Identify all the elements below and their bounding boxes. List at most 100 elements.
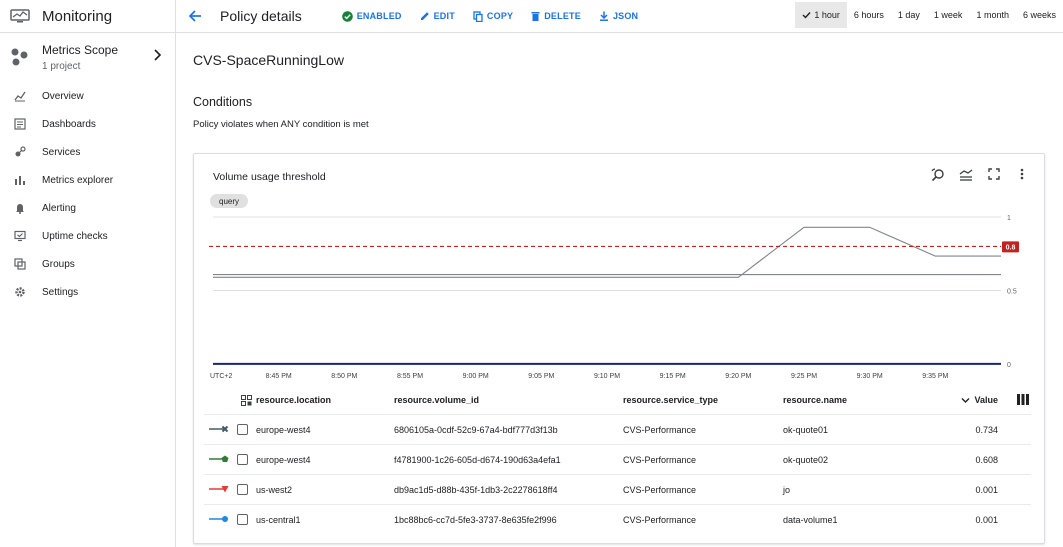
- series-legend-circle-icon: [209, 515, 231, 525]
- y-tick-label: 1: [1007, 215, 1011, 222]
- cell-value: 0.734: [975, 424, 998, 435]
- sidebar-nav: Overview Dashboards Services Metrics exp…: [0, 82, 175, 306]
- x-tick-label: 9:30 PM: [857, 373, 883, 380]
- gear-icon: [14, 286, 26, 298]
- cell-value: 0.608: [975, 454, 998, 465]
- time-series-table: resource.location resource.volume_id res…: [204, 386, 1031, 534]
- uptime-icon: [14, 230, 26, 242]
- series-legend-triangle-icon: [209, 485, 231, 495]
- cell-value: 0.001: [975, 484, 998, 495]
- x-tick-label: 8:50 PM: [331, 373, 357, 380]
- metrics-scope-icon: [11, 48, 28, 66]
- cell-location: us-west2: [256, 484, 293, 495]
- sidebar-item-overview[interactable]: Overview: [0, 82, 175, 110]
- table-row[interactable]: us-central1 1bc88bc6-cc7d-5fe3-3737-8e63…: [204, 504, 1031, 534]
- cell-service-type: CVS-Performance: [623, 424, 697, 435]
- cell-service-type: CVS-Performance: [623, 454, 697, 465]
- x-tick-label: 9:00 PM: [463, 373, 489, 380]
- groups-icon: [14, 258, 26, 270]
- fullscreen-icon[interactable]: [980, 168, 1008, 182]
- delete-button[interactable]: DELETE: [531, 11, 581, 21]
- x-tick-label: 9:15 PM: [660, 373, 686, 380]
- x-tick-label: 8:45 PM: [266, 373, 292, 380]
- sidebar-item-uptime-checks[interactable]: Uptime checks: [0, 222, 175, 250]
- copy-button[interactable]: COPY: [473, 10, 514, 22]
- column-header-label: Value: [974, 395, 998, 405]
- sidebar-item-label: Dashboards: [42, 118, 96, 130]
- copy-label: COPY: [486, 11, 514, 21]
- main-content: CVS-SpaceRunningLow Conditions Policy vi…: [176, 33, 1063, 547]
- more-vert-icon[interactable]: [1008, 168, 1036, 182]
- cell-service-type: CVS-Performance: [623, 484, 697, 495]
- x-tick-label: 8:55 PM: [397, 373, 423, 380]
- threshold-label: 0.8: [1006, 244, 1016, 251]
- cell-name: ok-quote02: [783, 454, 829, 465]
- sidebar-item-dashboards[interactable]: Dashboards: [0, 110, 175, 138]
- row-checkbox[interactable]: [237, 484, 248, 495]
- column-header-volume-id[interactable]: resource.volume_id: [394, 395, 479, 405]
- x-tick-label: 9:35 PM: [922, 373, 948, 380]
- range-1-week[interactable]: 1 week: [927, 2, 970, 28]
- sidebar-item-alerting[interactable]: Alerting: [0, 194, 175, 222]
- group-by-icon: [241, 394, 252, 406]
- x-tick-label: 9:20 PM: [725, 373, 751, 380]
- range-1-hour[interactable]: 1 hour: [795, 2, 847, 28]
- sidebar-item-label: Uptime checks: [42, 230, 108, 242]
- sidebar-item-metrics-explorer[interactable]: Metrics explorer: [0, 166, 175, 194]
- back-arrow-icon[interactable]: [188, 8, 204, 24]
- sort-desc-icon: [961, 397, 970, 403]
- zoom-reset-icon[interactable]: [924, 168, 952, 182]
- cell-value: 0.001: [975, 514, 998, 525]
- chevron-right-icon[interactable]: [153, 49, 163, 61]
- series-legend-x-icon: [209, 425, 231, 435]
- range-6-weeks[interactable]: 6 weeks: [1016, 2, 1063, 28]
- column-header-name[interactable]: resource.name: [783, 395, 847, 405]
- row-checkbox[interactable]: [237, 454, 248, 465]
- query-chip[interactable]: query: [210, 194, 249, 208]
- volume-usage-chart: 1 0.5 0 0.8 UTC+2 8:45 PM 8:50 PM 8:55 PM 9:00 P…: [209, 215, 1019, 380]
- metrics-scope-subtitle: 1 project: [42, 60, 81, 72]
- enabled-toggle-button[interactable]: ENABLED: [341, 10, 402, 22]
- table-row[interactable]: us-west2 db9ac1d5-d88b-435f-1db3-2c22786…: [204, 474, 1031, 504]
- delete-label: DELETE: [544, 11, 581, 21]
- x-tick-label: 9:25 PM: [791, 373, 817, 380]
- overview-icon: [14, 90, 26, 102]
- chart-card-title: Volume usage threshold: [213, 171, 326, 183]
- table-row[interactable]: europe-west4 f4781900-1c26-605d-d674-190…: [204, 444, 1031, 474]
- cell-volume-id: f4781900-1c26-605d-d674-190d63a4efa1: [394, 454, 561, 465]
- edit-button[interactable]: EDIT: [420, 11, 455, 21]
- metrics-scope-selector[interactable]: Metrics Scope 1 project: [0, 36, 175, 78]
- check-icon: [802, 12, 811, 19]
- trash-icon: [531, 12, 540, 21]
- range-6-hours[interactable]: 6 hours: [847, 2, 891, 28]
- sidebar-item-label: Settings: [42, 286, 79, 298]
- row-checkbox[interactable]: [237, 514, 248, 525]
- column-header-value[interactable]: Value: [961, 395, 998, 405]
- pencil-icon: [420, 12, 429, 20]
- conditions-description: Policy violates when ANY condition is me…: [193, 119, 369, 130]
- table-row[interactable]: europe-west4 6806105a-0cdf-52c9-67a4-bdf…: [204, 414, 1031, 444]
- column-header-label: resource.location: [256, 395, 332, 405]
- row-checkbox[interactable]: [237, 424, 248, 435]
- sidebar-item-settings[interactable]: Settings: [0, 278, 175, 306]
- condition-chart-card: Volume usage threshold query 1 0.5 0 0.8 UTC…: [193, 153, 1045, 544]
- enabled-label: ENABLED: [356, 11, 402, 21]
- json-button[interactable]: JSON: [599, 11, 638, 21]
- cell-name: jo: [783, 484, 791, 495]
- time-range-selector: 1 hour 6 hours 1 day 1 week 1 month 6 we…: [795, 2, 1063, 28]
- sidebar-item-label: Overview: [42, 90, 84, 102]
- column-header-service-type[interactable]: resource.service_type: [623, 395, 718, 405]
- sidebar-item-services[interactable]: Services: [0, 138, 175, 166]
- cell-volume-id: 6806105a-0cdf-52c9-67a4-bdf777d3f13b: [394, 424, 558, 435]
- column-picker-icon[interactable]: [1017, 393, 1029, 407]
- legend-toggle-icon[interactable]: [952, 168, 980, 182]
- sidebar-item-label: Groups: [42, 258, 75, 270]
- range-1-day[interactable]: 1 day: [891, 2, 927, 28]
- range-1-month[interactable]: 1 month: [969, 2, 1016, 28]
- cell-location: europe-west4: [256, 454, 311, 465]
- sidebar: Monitoring Metrics Scope 1 project Overv…: [0, 0, 176, 547]
- copy-icon: [473, 10, 483, 22]
- x-tick-label: 9:10 PM: [594, 373, 620, 380]
- sidebar-item-groups[interactable]: Groups: [0, 250, 175, 278]
- column-header-location[interactable]: resource.location: [241, 394, 332, 406]
